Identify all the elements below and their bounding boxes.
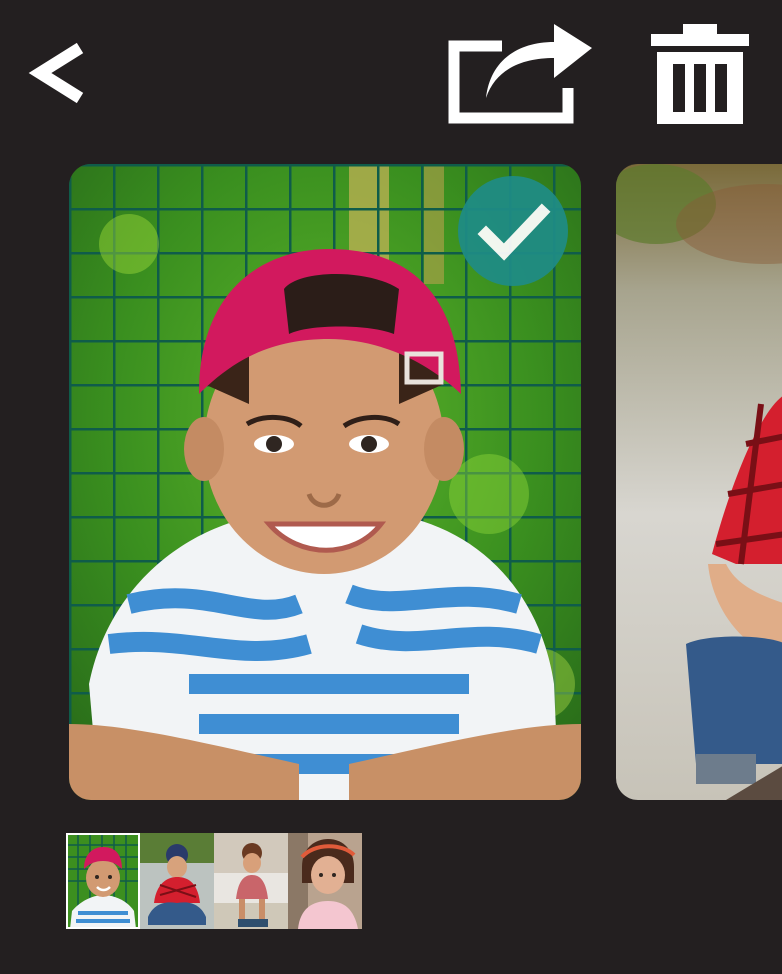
- delete-button[interactable]: Delete: [645, 20, 755, 130]
- chevron-left-icon: [28, 42, 84, 104]
- selected-check-badge[interactable]: [458, 176, 568, 286]
- photo-carousel[interactable]: [0, 160, 782, 805]
- share-icon: [448, 24, 592, 124]
- share-button[interactable]: Share: [440, 20, 600, 130]
- photo-boy-plaid-shirt: [616, 164, 782, 800]
- thumbnail-4[interactable]: [288, 833, 362, 929]
- thumbnail-2[interactable]: [140, 833, 214, 929]
- back-button[interactable]: Back: [28, 38, 94, 108]
- thumbnail-girl-headband: [288, 833, 362, 929]
- thumbnail-boy-red-plaid: [140, 833, 214, 929]
- thumbnail-boy-red-cap: [66, 833, 140, 929]
- thumbnail-3[interactable]: [214, 833, 288, 929]
- trash-icon: [651, 24, 749, 124]
- thumbnail-1[interactable]: [66, 833, 140, 929]
- thumbnail-strip: [66, 833, 362, 931]
- thumbnail-girl-pink-shirt: [214, 833, 288, 929]
- toolbar: Back Share Delete: [0, 0, 782, 140]
- checkmark-icon: [477, 203, 551, 261]
- photo-card-next[interactable]: [616, 164, 782, 800]
